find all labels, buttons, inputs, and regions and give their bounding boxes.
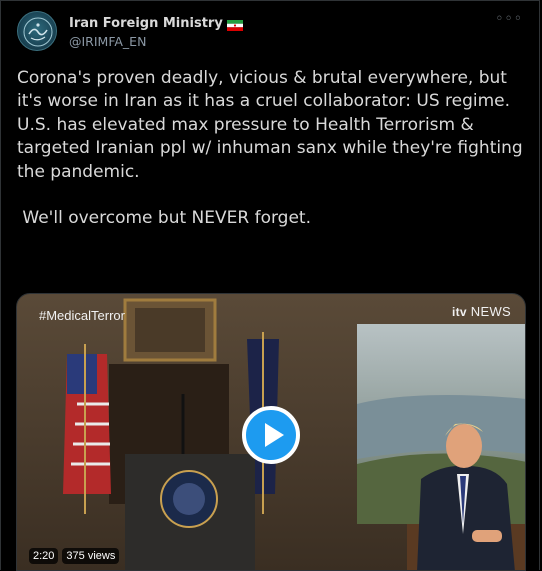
play-icon[interactable] (242, 406, 300, 464)
tweet-card[interactable]: Iran Foreign Ministry @IRIMFA_EN ◦◦◦ Cor… (0, 0, 540, 571)
video-stats: 2:20 375 views (29, 548, 120, 564)
tweet-text: Corona's proven deadly, vicious & brutal… (17, 68, 523, 229)
avatar[interactable] (17, 11, 57, 51)
iran-flag-icon (226, 16, 243, 31)
tweet-header: Iran Foreign Ministry @IRIMFA_EN ◦◦◦ (17, 11, 527, 51)
display-name[interactable]: Iran Foreign Ministry (69, 16, 223, 31)
video-player[interactable]: #MedicalTerror itv NEWS 2:20 375 views (16, 293, 526, 571)
duration-badge: 2:20 (29, 548, 59, 564)
seal-icon (23, 17, 53, 47)
hashtag-overlay: #MedicalTerror (39, 308, 125, 323)
more-dots-icon[interactable]: ◦◦◦ (495, 11, 523, 27)
broadcaster-logo: itv NEWS (451, 304, 511, 319)
views-badge: 375 views (62, 548, 120, 564)
handle[interactable]: @IRIMFA_EN (69, 34, 243, 49)
author-info: Iran Foreign Ministry @IRIMFA_EN (69, 12, 243, 49)
